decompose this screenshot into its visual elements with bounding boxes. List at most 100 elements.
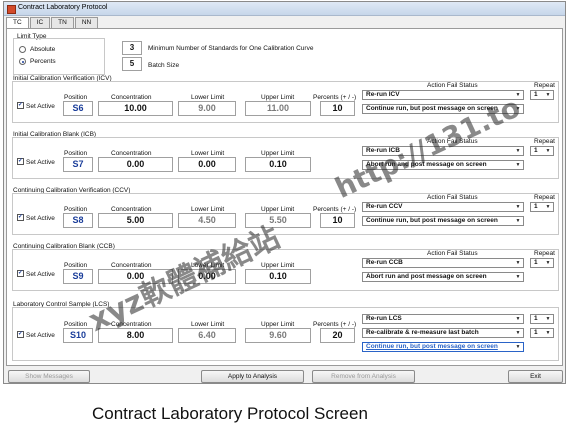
exit-button[interactable]: Exit (508, 370, 563, 383)
ccb-set-active-label: Set Active (26, 271, 55, 278)
chevron-down-icon[interactable]: ▼ (514, 91, 522, 99)
icv-set-active-checkbox[interactable]: ✓ (17, 102, 24, 109)
icb-position-value[interactable]: S7 (63, 157, 93, 172)
icv-action-select-2[interactable]: Continue run, but post message on screen… (362, 104, 524, 114)
lcs-action-select-1[interactable]: Re-run LCS ▼ (362, 314, 524, 324)
lcs-set-active-checkbox[interactable]: ✓ (17, 331, 24, 338)
window-title: Contract Laboratory Protocol (18, 4, 108, 11)
lcs-set-active-label: Set Active (26, 332, 55, 339)
chevron-down-icon[interactable]: ▼ (544, 315, 552, 323)
tab-nn[interactable]: NN (74, 17, 99, 28)
ccv-upper-value: 5.50 (245, 213, 311, 228)
ccv-concentration-input[interactable]: 5.00 (98, 213, 173, 228)
radio-absolute[interactable] (19, 46, 26, 53)
lcs-percents-label: Percents (+ / -) (313, 321, 357, 328)
radio-percents[interactable] (19, 58, 26, 65)
icb-action-select-2[interactable]: Abort run and post message on screen ▼ (362, 160, 524, 170)
icb-repeat-select[interactable]: 1 ▼ (530, 146, 554, 156)
ccv-set-active-checkbox[interactable]: ✓ (17, 214, 24, 221)
icv-upper-label: Upper Limit (261, 94, 295, 101)
tab-ic[interactable]: IC (29, 17, 51, 28)
icb-concentration-input[interactable]: 0.00 (98, 157, 173, 172)
icv-upper-value: 11.00 (245, 101, 311, 116)
lcs-repeat-select-2[interactable]: 1 ▼ (530, 328, 554, 338)
icv-position-label: Position (64, 94, 88, 101)
chevron-down-icon[interactable]: ▼ (514, 329, 522, 337)
batch-size-label: Batch Size (148, 62, 180, 69)
clp-window: Contract Laboratory Protocol TC IC TN NN… (3, 1, 566, 384)
ccb-position-value[interactable]: S9 (63, 269, 93, 284)
chevron-down-icon[interactable]: ▼ (514, 105, 522, 113)
lcs-percents-input[interactable]: 20 (320, 328, 355, 343)
ccv-position-value[interactable]: S8 (63, 213, 93, 228)
chevron-down-icon[interactable]: ▼ (514, 203, 522, 211)
radio-percents-label: Percents (30, 58, 56, 65)
lcs-upper-label: Upper Limit (261, 321, 295, 328)
ccb-lower-input[interactable]: 0.00 (178, 269, 236, 284)
icv-repeat-label: Repeat (534, 82, 555, 89)
ccb-lower-label: Lower Limit (191, 262, 225, 269)
lcs-action-select-2[interactable]: Re-calibrate & re-measure last batch ▼ (362, 328, 524, 338)
ccb-upper-input[interactable]: 0.10 (245, 269, 311, 284)
icv-action-label: Action Fail Status (427, 82, 478, 89)
chevron-down-icon[interactable]: ▼ (544, 147, 552, 155)
chevron-down-icon[interactable]: ▼ (514, 161, 522, 169)
lcs-repeat-select[interactable]: 1 ▼ (530, 314, 554, 324)
figure-caption: Contract Laboratory Protocol Screen (92, 404, 368, 423)
ccv-position-label: Position (64, 206, 88, 213)
ccv-action-select-1[interactable]: Re-run CCV ▼ (362, 202, 524, 212)
apply-to-analysis-button[interactable]: Apply to Analysis (201, 370, 304, 383)
chevron-down-icon[interactable]: ▼ (514, 343, 522, 351)
lcs-concentration-input[interactable]: 8.00 (98, 328, 173, 343)
icb-set-active-checkbox[interactable]: ✓ (17, 158, 24, 165)
icv-repeat-select[interactable]: 1 ▼ (530, 90, 554, 100)
icv-action-select-1[interactable]: Re-run ICV ▼ (362, 90, 524, 100)
min-standards-input[interactable]: 3 (122, 41, 142, 55)
chevron-down-icon[interactable]: ▼ (544, 203, 552, 211)
icb-position-label: Position (64, 150, 88, 157)
ccb-concentration-input[interactable]: 0.00 (98, 269, 173, 284)
ccv-action-select-2[interactable]: Continue run, but post message on screen… (362, 216, 524, 226)
ccb-position-label: Position (64, 262, 88, 269)
lcs-upper-value: 9.60 (245, 328, 311, 343)
icv-percents-input[interactable]: 10 (320, 101, 355, 116)
icb-concentration-label: Concentration (111, 150, 152, 157)
chevron-down-icon[interactable]: ▼ (544, 329, 552, 337)
icb-action-select-1[interactable]: Re-run ICB ▼ (362, 146, 524, 156)
min-standards-label: Minimum Number of Standards for One Cali… (148, 45, 314, 52)
lcs-action-select-3[interactable]: Continue run, but post message on screen… (362, 342, 524, 352)
icv-lower-value: 9.00 (178, 101, 236, 116)
icv-set-active-label: Set Active (26, 103, 55, 110)
chevron-down-icon[interactable]: ▼ (514, 217, 522, 225)
icv-concentration-input[interactable]: 10.00 (98, 101, 173, 116)
icb-lower-input[interactable]: 0.00 (178, 157, 236, 172)
show-messages-button[interactable]: Show Messages (8, 370, 90, 383)
lcs-position-label: Position (64, 321, 88, 328)
ccv-concentration-label: Concentration (111, 206, 152, 213)
ccb-action-select-2[interactable]: Abort run and post message on screen ▼ (362, 272, 524, 282)
remove-from-analysis-button[interactable]: Remove from Analysis (312, 370, 415, 383)
icb-repeat-label: Repeat (534, 138, 555, 145)
lcs-concentration-label: Concentration (111, 321, 152, 328)
ccb-action-select-1[interactable]: Re-run CCB ▼ (362, 258, 524, 268)
icv-position-value[interactable]: S6 (63, 101, 93, 116)
lcs-position-value[interactable]: S10 (63, 328, 93, 343)
ccb-set-active-checkbox[interactable]: ✓ (17, 270, 24, 277)
chevron-down-icon[interactable]: ▼ (514, 273, 522, 281)
chevron-down-icon[interactable]: ▼ (544, 259, 552, 267)
chevron-down-icon[interactable]: ▼ (544, 91, 552, 99)
ccv-lower-value: 4.50 (178, 213, 236, 228)
ccv-repeat-select[interactable]: 1 ▼ (530, 202, 554, 212)
chevron-down-icon[interactable]: ▼ (514, 259, 522, 267)
title-bar: Contract Laboratory Protocol (4, 2, 565, 16)
lcs-lower-label: Lower Limit (191, 321, 225, 328)
ccb-repeat-select[interactable]: 1 ▼ (530, 258, 554, 268)
icb-upper-input[interactable]: 0.10 (245, 157, 311, 172)
icb-lower-label: Lower Limit (191, 150, 225, 157)
tab-content-tc: Limit Type Absolute Percents 3 Minimum N… (6, 28, 563, 366)
chevron-down-icon[interactable]: ▼ (514, 315, 522, 323)
ccv-percents-input[interactable]: 10 (320, 213, 355, 228)
batch-size-input[interactable]: 5 (122, 57, 142, 71)
chevron-down-icon[interactable]: ▼ (514, 147, 522, 155)
tab-tn[interactable]: TN (51, 17, 74, 28)
